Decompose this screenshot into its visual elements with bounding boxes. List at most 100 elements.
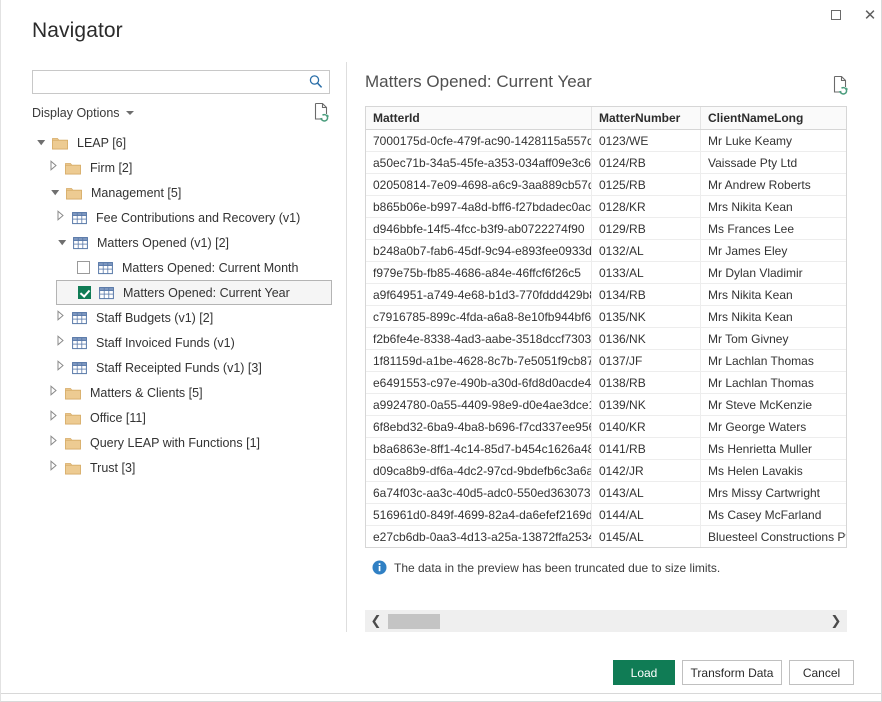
transform-data-button[interactable]: Transform Data <box>682 660 782 685</box>
table-row[interactable]: b248a0b7-fab6-45df-9c94-e893fee0933d0132… <box>366 240 847 262</box>
tree-item-label: LEAP [6] <box>77 136 126 150</box>
table-cell: 0140/KR <box>592 416 701 438</box>
table-cell: 0128/KR <box>592 196 701 218</box>
table-cell: Mr Dylan Vladimir <box>701 548 848 549</box>
tree-item-label: Matters & Clients [5] <box>90 386 203 400</box>
cancel-button[interactable]: Cancel <box>789 660 854 685</box>
expand-arrow-icon[interactable] <box>49 159 65 176</box>
table-row[interactable]: 7000175d-0cfe-479f-ac90-1428115a557d0123… <box>366 130 847 152</box>
table-row[interactable]: a50ec71b-34a5-45fe-a353-034aff09e3c60124… <box>366 152 847 174</box>
chevron-left-icon[interactable]: ❮ <box>365 610 387 632</box>
tree-item-matters-opened-current-month[interactable]: Matters Opened: Current Month <box>1 255 346 280</box>
table-cell: cfddb7ca-ff1b-4042-b428-5cdf756f437b <box>366 548 592 549</box>
table-cell: 0137/JF <box>592 350 701 372</box>
table-cell: Mr Lachlan Thomas <box>701 372 848 394</box>
tree-item-trust-3[interactable]: Trust [3] <box>1 455 346 480</box>
tree-item-leap-6[interactable]: LEAP [6] <box>1 130 346 155</box>
table-cell: 0125/RB <box>592 174 701 196</box>
table-cell: 02050814-7e09-4698-a6c9-3aa889cb57da <box>366 174 592 196</box>
table-cell: Mr Lachlan Thomas <box>701 350 848 372</box>
footer-separator <box>1 693 882 694</box>
table-row[interactable]: f2b6fe4e-8338-4ad3-aabe-3518dccf73030136… <box>366 328 847 350</box>
search-box[interactable] <box>32 70 330 94</box>
folder-icon <box>66 186 82 200</box>
display-options-dropdown[interactable]: Display Options <box>28 104 138 122</box>
close-button[interactable]: ✕ <box>851 0 882 30</box>
preview-grid[interactable]: MatterIdMatterNumberClientNameLong 70001… <box>365 106 847 548</box>
maximize-button[interactable] <box>817 0 855 30</box>
chevron-right-icon[interactable]: ❯ <box>825 610 847 632</box>
expand-arrow-icon[interactable] <box>56 209 72 226</box>
tree-item-staff-budgets-v1-2[interactable]: Staff Budgets (v1) [2] <box>1 305 346 330</box>
table-row[interactable]: 02050814-7e09-4698-a6c9-3aa889cb57da0125… <box>366 174 847 196</box>
table-header: MatterIdMatterNumberClientNameLong <box>366 107 847 130</box>
tree-item-matters-opened-current-year[interactable]: Matters Opened: Current Year <box>56 280 332 305</box>
collapse-arrow-icon[interactable] <box>35 134 52 152</box>
table-row[interactable]: e6491553-c97e-490b-a30d-6fd8d0acde4c0138… <box>366 372 847 394</box>
expand-arrow-icon[interactable] <box>49 459 65 476</box>
table-icon <box>98 261 113 275</box>
tree-item-label: Matters Opened (v1) [2] <box>97 236 229 250</box>
table-row[interactable]: e27cb6db-0aa3-4d13-a25a-13872ffa25340145… <box>366 526 847 548</box>
folder-icon <box>65 436 81 450</box>
table-row[interactable]: 6a74f03c-aa3c-40d5-adc0-550ed36307310143… <box>366 482 847 504</box>
tree-item-label: Matters Opened: Current Month <box>122 261 298 275</box>
refresh-document-icon[interactable] <box>313 102 331 122</box>
search-input[interactable] <box>38 71 307 95</box>
tree-item-query-leap-with-functions-1[interactable]: Query LEAP with Functions [1] <box>1 430 346 455</box>
table-row[interactable]: 516961d0-849f-4699-82a4-da6efef2169d0144… <box>366 504 847 526</box>
table-icon <box>72 361 87 375</box>
table-row[interactable]: 1f81159d-a1be-4628-8c7b-7e5051f9cb870137… <box>366 350 847 372</box>
load-button[interactable]: Load <box>613 660 675 685</box>
table-cell: Bluesteel Constructions Pty Ltd <box>701 526 848 548</box>
expand-arrow-icon[interactable] <box>49 384 65 401</box>
table-cell: Mr Dylan Vladimir <box>701 262 848 284</box>
expand-arrow-icon[interactable] <box>49 434 65 451</box>
scrollbar-thumb[interactable] <box>388 614 440 629</box>
table-cell: 0133/AL <box>592 262 701 284</box>
table-row[interactable]: 6f8ebd32-6ba9-4ba8-b696-f7cd337ee9560140… <box>366 416 847 438</box>
table-row[interactable]: cfddb7ca-ff1b-4042-b428-5cdf756f437b0146… <box>366 548 847 549</box>
scrollbar-track[interactable] <box>440 610 825 632</box>
table-cell: a9f64951-a749-4e68-b1d3-770fddd429b8 <box>366 284 592 306</box>
table-row[interactable]: f979e75b-fb85-4686-a84e-46ffcf6f26c50133… <box>366 262 847 284</box>
search-icon <box>308 74 324 90</box>
table-row[interactable]: b865b06e-b997-4a8d-bff6-f27bdadec0ac0128… <box>366 196 847 218</box>
collapse-arrow-icon[interactable] <box>49 184 66 202</box>
column-header[interactable]: MatterNumber <box>592 107 701 130</box>
tree-item-firm-2[interactable]: Firm [2] <box>1 155 346 180</box>
expand-arrow-icon[interactable] <box>56 334 72 351</box>
table-cell: Ms Henrietta Muller <box>701 438 848 460</box>
table-icon <box>72 336 87 350</box>
tree-item-matters-opened-v1-2[interactable]: Matters Opened (v1) [2] <box>1 230 346 255</box>
refresh-preview-icon[interactable] <box>832 75 850 95</box>
tree-item-fee-contributions-and-recovery-v1[interactable]: Fee Contributions and Recovery (v1) <box>1 205 346 230</box>
table-cell: Mr Luke Keamy <box>701 130 848 152</box>
expand-arrow-icon[interactable] <box>49 409 65 426</box>
table-cell: Mr Steve McKenzie <box>701 394 848 416</box>
tree-item-staff-invoiced-funds-v1[interactable]: Staff Invoiced Funds (v1) <box>1 330 346 355</box>
expand-arrow-icon[interactable] <box>56 359 72 376</box>
table-cell: 0142/JR <box>592 460 701 482</box>
tree-item-matters-clients-5[interactable]: Matters & Clients [5] <box>1 380 346 405</box>
tree-item-checkbox[interactable] <box>78 286 91 299</box>
horizontal-scrollbar[interactable]: ❮ ❯ <box>365 610 847 632</box>
navigation-tree[interactable]: LEAP [6] Firm [2]Management [5]Fee Contri… <box>1 130 346 630</box>
tree-item-office-11[interactable]: Office [11] <box>1 405 346 430</box>
left-pane: Display Options LEAP [6] Firm [2]Manageme… <box>1 60 346 640</box>
table-row[interactable]: a9924780-0a55-4409-98e9-d0e4ae3dce1b0139… <box>366 394 847 416</box>
table-row[interactable]: c7916785-899c-4fda-a6a8-8e10fb944bf60135… <box>366 306 847 328</box>
tree-item-staff-receipted-funds-v1-3[interactable]: Staff Receipted Funds (v1) [3] <box>1 355 346 380</box>
table-row[interactable]: d09ca8b9-df6a-4dc2-97cd-9bdefb6c3a6a0142… <box>366 460 847 482</box>
table-row[interactable]: d946bbfe-14f5-4fcc-b3f9-ab0722274f900129… <box>366 218 847 240</box>
table-row[interactable]: a9f64951-a749-4e68-b1d3-770fddd429b80134… <box>366 284 847 306</box>
table-row[interactable]: b8a6863e-8ff1-4c14-85d7-b454c1626a480141… <box>366 438 847 460</box>
tree-item-label: Staff Budgets (v1) [2] <box>96 311 213 325</box>
tree-item-checkbox[interactable] <box>77 261 90 274</box>
dialog-footer: Load Transform Data Cancel <box>1 655 882 695</box>
tree-item-management-5[interactable]: Management [5] <box>1 180 346 205</box>
column-header[interactable]: ClientNameLong <box>701 107 848 130</box>
expand-arrow-icon[interactable] <box>56 309 72 326</box>
column-header[interactable]: MatterId <box>366 107 592 130</box>
collapse-arrow-icon[interactable] <box>56 234 73 252</box>
